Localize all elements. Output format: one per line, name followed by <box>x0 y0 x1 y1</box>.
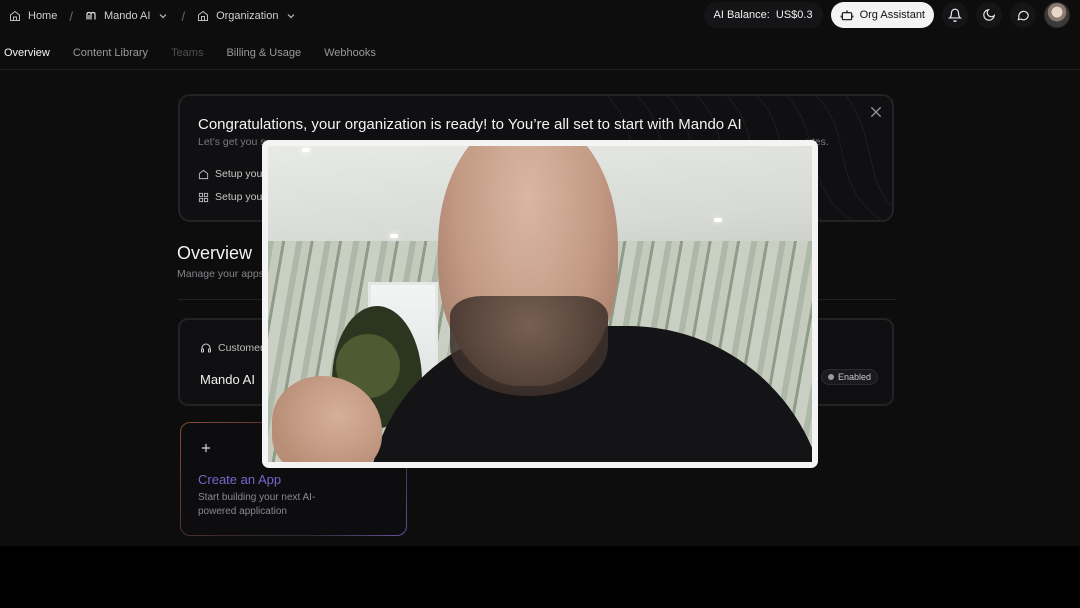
breadcrumb-app-label: Mando AI <box>103 10 151 22</box>
banner-subtitle-start: Let’s get you s <box>198 136 266 148</box>
setup-item[interactable]: Setup you <box>198 168 262 180</box>
avatar[interactable] <box>1044 2 1070 28</box>
tab-webhooks[interactable]: Webhooks <box>324 47 376 59</box>
chevron-down-icon <box>288 14 295 19</box>
org-assistant-button[interactable]: Org Assistant <box>830 2 934 28</box>
breadcrumb-app[interactable]: Mando AI <box>85 10 169 22</box>
video-lamp <box>390 234 398 238</box>
plus-icon <box>201 443 211 453</box>
home-icon <box>10 10 20 21</box>
video-lamp <box>302 148 310 152</box>
create-app-title: Create an App <box>198 472 282 487</box>
page-title: Overview <box>177 243 253 263</box>
setup-item[interactable]: Setup you <box>198 191 262 203</box>
app-category: Customer <box>200 342 264 354</box>
video-overlay[interactable] <box>262 140 818 468</box>
mando-logo-icon <box>86 11 96 20</box>
breadcrumb-separator: / <box>181 8 186 24</box>
tab-overview[interactable]: Overview <box>4 47 50 59</box>
status-dot <box>827 374 834 380</box>
home-icon <box>198 169 209 179</box>
header-actions: AI Balance: US$0.3 Org Assistant <box>703 2 1070 28</box>
breadcrumb-org[interactable]: Organization <box>197 10 297 22</box>
bell-icon <box>948 8 962 22</box>
app-category-label: Customer <box>218 342 264 354</box>
top-bar: Home / Mando AI / Organization AI Balanc… <box>0 0 1080 32</box>
video-lamp <box>714 218 722 222</box>
headset-icon <box>201 343 211 353</box>
tab-billing-usage[interactable]: Billing & Usage <box>226 47 301 59</box>
breadcrumb-org-label: Organization <box>216 10 279 22</box>
tab-teams: Teams <box>171 46 204 59</box>
status-label: Enabled <box>837 372 871 382</box>
breadcrumb-separator: / <box>69 8 73 24</box>
status-badge: Enabled <box>820 369 878 385</box>
tab-content-library[interactable]: Content Library <box>73 47 148 59</box>
setup-item-label: Setup you <box>215 168 263 180</box>
chat-button[interactable] <box>1010 2 1036 28</box>
ai-balance: AI Balance: US$0.3 <box>703 2 823 28</box>
webcam-video <box>268 146 812 462</box>
page-subtitle: Manage your apps <box>177 268 264 280</box>
org-assistant-label: Org Assistant <box>859 9 925 21</box>
moon-icon <box>983 8 996 21</box>
setup-item-label: Setup you <box>215 191 263 203</box>
tab-bar: Overview Content Library Teams Billing &… <box>0 36 1080 70</box>
breadcrumb-home-label: Home <box>28 10 58 22</box>
chevron-down-icon <box>160 14 167 19</box>
video-person-beard <box>450 296 608 396</box>
breadcrumb-home[interactable]: Home <box>9 10 57 22</box>
create-app-subtitle: Start building your next AI-powered appl… <box>198 492 316 517</box>
close-icon[interactable] <box>868 104 884 120</box>
building-icon <box>198 10 209 21</box>
banner-title: Congratulations, your organization is re… <box>198 116 742 133</box>
grid-icon <box>198 192 209 202</box>
notifications-button[interactable] <box>942 2 968 28</box>
assistant-icon <box>840 10 853 21</box>
chat-icon <box>1017 10 1029 21</box>
theme-toggle-button[interactable] <box>976 2 1002 28</box>
app-name: Mando AI <box>200 372 255 387</box>
